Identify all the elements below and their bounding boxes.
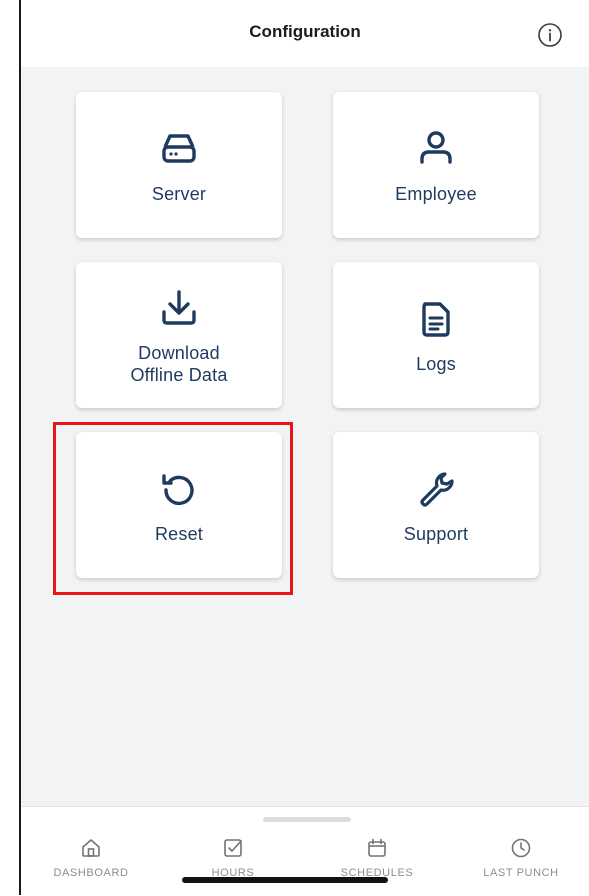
reset-tile[interactable]: Reset: [76, 432, 282, 578]
clock-icon: [511, 838, 531, 858]
logs-tile-label: Logs: [416, 354, 456, 374]
checkbox-icon: [224, 839, 242, 857]
user-icon: [420, 131, 452, 164]
server-drive-icon: [162, 134, 196, 163]
download-icon: [162, 290, 196, 325]
employee-tile[interactable]: Employee: [333, 92, 539, 238]
download-tile-label: Download Offline Data: [130, 343, 228, 385]
tab-dashboard-label: DASHBOARD: [53, 867, 129, 879]
tab-last-punch-label: LAST PUNCH: [483, 867, 559, 879]
reset-tile-label: Reset: [154, 524, 204, 544]
home-icon: [82, 839, 100, 857]
sheet-handle[interactable]: [263, 817, 351, 822]
employee-tile-label: Employee: [395, 184, 477, 204]
page-title: Configuration: [249, 22, 361, 41]
tab-dashboard[interactable]: DASHBOARD: [31, 835, 151, 885]
support-tile-label: Support: [403, 524, 469, 544]
home-indicator: [182, 877, 388, 883]
server-tile-label: Server: [151, 184, 207, 204]
header-bar: Configuration: [21, 0, 589, 67]
wrench-icon: [420, 472, 454, 507]
logs-tile[interactable]: Logs: [333, 262, 539, 408]
info-button[interactable]: [535, 20, 565, 50]
calendar-icon: [368, 838, 386, 857]
server-tile[interactable]: Server: [76, 92, 282, 238]
download-offline-data-tile[interactable]: Download Offline Data: [76, 262, 282, 408]
document-icon: [422, 302, 450, 337]
tab-last-punch[interactable]: LAST PUNCH: [461, 835, 581, 885]
support-tile[interactable]: Support: [333, 432, 539, 578]
app-screen: Configuration Server Employee Download O…: [21, 0, 589, 896]
info-circle-icon: [538, 23, 562, 47]
reset-icon: [162, 474, 194, 506]
